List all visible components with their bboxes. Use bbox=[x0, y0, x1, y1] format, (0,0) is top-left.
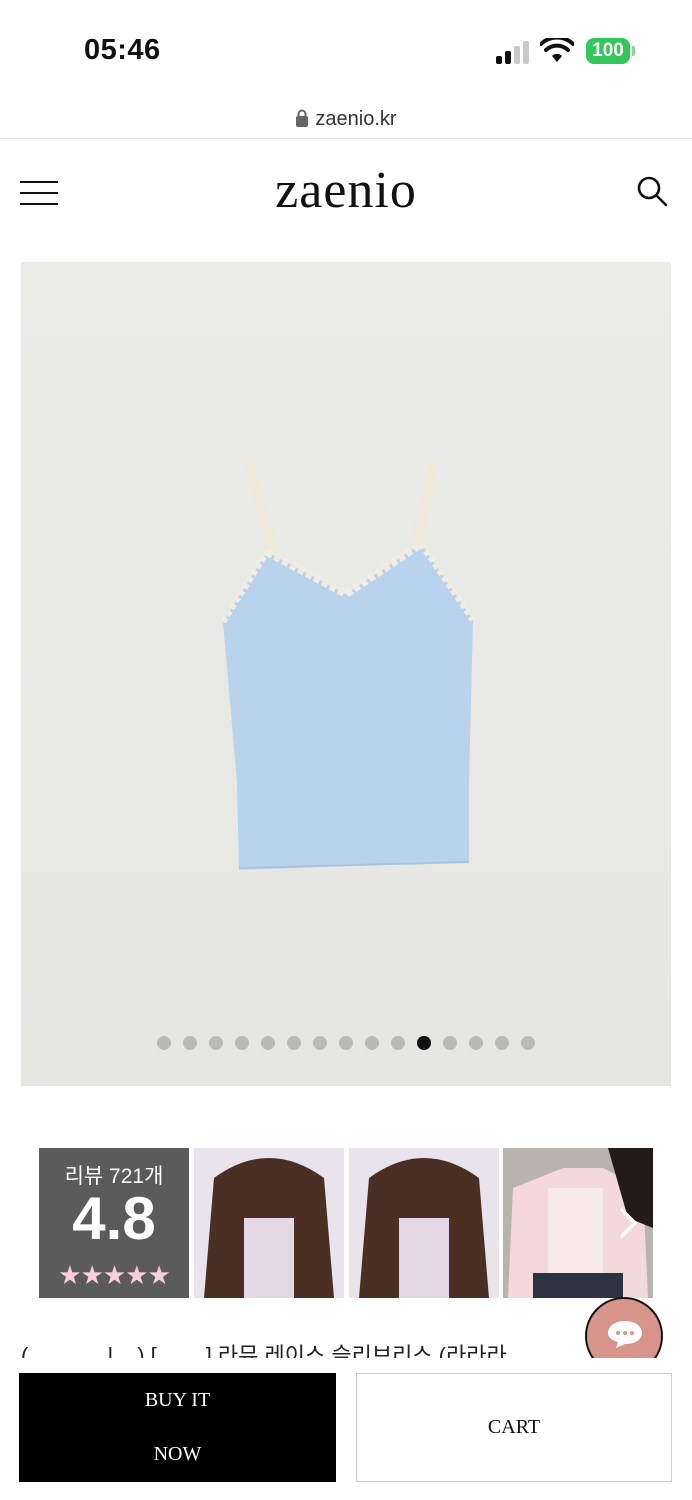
buy-now-label-line2: NOW bbox=[153, 1443, 202, 1465]
review-score: 4.8 bbox=[72, 1185, 156, 1252]
carousel-dot[interactable] bbox=[495, 1036, 509, 1050]
review-photo-thumbnail[interactable] bbox=[194, 1148, 344, 1298]
url-text: zaenio.kr bbox=[315, 108, 397, 130]
buy-now-button[interactable]: BUY IT NOW bbox=[19, 1373, 336, 1482]
chat-button[interactable] bbox=[585, 1297, 665, 1363]
product-name: (_____ _l__) [____] 라뮤 레이스 슬리브리스 (라라라 bbox=[21, 1344, 507, 1358]
star-rating-icon: ★★★★★ bbox=[58, 1260, 171, 1290]
review-photo-image bbox=[194, 1148, 344, 1298]
carousel-dot[interactable] bbox=[443, 1036, 457, 1050]
lock-icon bbox=[296, 109, 309, 127]
carousel-dot[interactable] bbox=[157, 1036, 171, 1050]
camisole-illustration bbox=[21, 262, 671, 1086]
carousel-dot[interactable] bbox=[365, 1036, 379, 1050]
carousel-dot[interactable] bbox=[287, 1036, 301, 1050]
cellular-signal-icon bbox=[496, 40, 532, 64]
carousel-dot[interactable] bbox=[235, 1036, 249, 1050]
review-photo-image bbox=[349, 1148, 499, 1298]
carousel-pagination bbox=[0, 1036, 692, 1052]
buy-now-label-line1: BUY IT bbox=[144, 1389, 211, 1411]
wifi-icon bbox=[540, 38, 574, 62]
review-strip: 리뷰 721개 4.8 ★★★★★ bbox=[39, 1148, 653, 1298]
carousel-dot[interactable] bbox=[417, 1036, 431, 1050]
battery-indicator: 100 bbox=[586, 38, 630, 64]
carousel-dot[interactable] bbox=[469, 1036, 483, 1050]
bottom-action-bar: BUY IT NOW CART bbox=[0, 1358, 692, 1500]
cart-button[interactable]: CART bbox=[356, 1373, 672, 1482]
browser-url-bar[interactable]: zaenio.kr bbox=[0, 100, 692, 139]
carousel-dot[interactable] bbox=[261, 1036, 275, 1050]
search-icon[interactable] bbox=[636, 175, 668, 207]
chat-bubble-icon bbox=[608, 1321, 642, 1348]
battery-tip bbox=[632, 46, 635, 56]
url-display[interactable]: zaenio.kr bbox=[0, 108, 692, 131]
carousel-dot[interactable] bbox=[391, 1036, 405, 1050]
status-bar: 05:46 100 bbox=[0, 0, 692, 100]
carousel-dot[interactable] bbox=[209, 1036, 223, 1050]
status-time: 05:46 bbox=[84, 34, 161, 66]
brand-logo[interactable]: zaenio bbox=[0, 161, 692, 220]
review-photo-thumbnail[interactable] bbox=[349, 1148, 499, 1298]
carousel-dot[interactable] bbox=[313, 1036, 327, 1050]
carousel-dot[interactable] bbox=[521, 1036, 535, 1050]
carousel-dot[interactable] bbox=[339, 1036, 353, 1050]
site-header: zaenio bbox=[0, 139, 692, 249]
chevron-right-icon[interactable] bbox=[613, 1206, 643, 1240]
carousel-dot[interactable] bbox=[183, 1036, 197, 1050]
review-summary-card[interactable]: 리뷰 721개 4.8 ★★★★★ bbox=[39, 1148, 189, 1298]
product-image[interactable] bbox=[21, 262, 671, 1086]
